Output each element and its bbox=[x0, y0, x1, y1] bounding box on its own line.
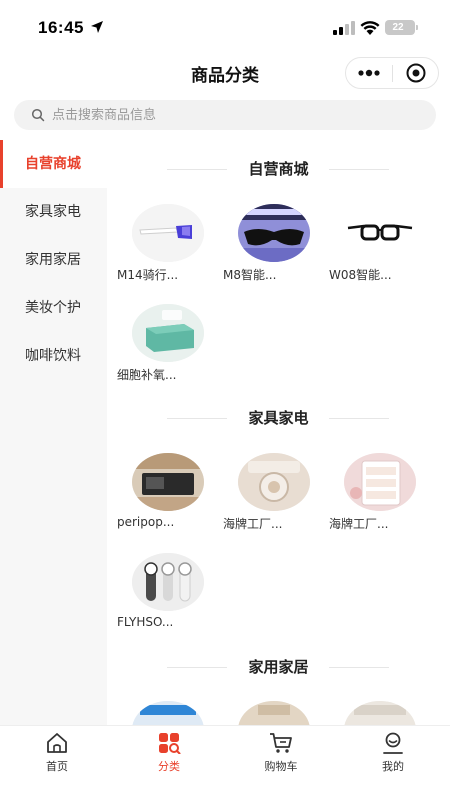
product-image bbox=[132, 453, 204, 511]
product-item[interactable]: FLYHSO... bbox=[117, 553, 207, 663]
product-image bbox=[132, 304, 204, 362]
product-image bbox=[238, 204, 310, 262]
product-image bbox=[344, 204, 416, 262]
section-title-label: 家具家电 bbox=[248, 409, 309, 427]
home-icon bbox=[47, 733, 67, 753]
search-icon bbox=[31, 108, 45, 122]
product-item[interactable] bbox=[223, 701, 313, 725]
category-sidebar: 自营商城 家具家电 家用家居 美妆个护 咖啡饮料 bbox=[0, 140, 107, 725]
status-time: 16:45 bbox=[38, 18, 84, 37]
tab-profile[interactable]: 我的 bbox=[358, 732, 428, 782]
search-bar[interactable] bbox=[14, 100, 436, 130]
section-title: 家具家电 bbox=[107, 407, 450, 431]
section-title-label: 家用家居 bbox=[248, 658, 309, 676]
wifi-icon bbox=[360, 21, 380, 35]
tab-category[interactable]: 分类 bbox=[134, 732, 204, 782]
tab-cart[interactable]: 购物车 bbox=[246, 732, 316, 782]
section-title: 家用家居 bbox=[107, 656, 450, 680]
product-image bbox=[344, 453, 416, 511]
battery-icon: 22 bbox=[385, 20, 418, 35]
product-item[interactable]: peripop... bbox=[117, 453, 207, 563]
product-name: W08智能... bbox=[329, 268, 392, 282]
product-item[interactable]: W08智能... bbox=[329, 204, 419, 314]
tab-home[interactable]: 首页 bbox=[22, 732, 92, 782]
product-name: 海牌工厂... bbox=[329, 517, 389, 531]
product-item[interactable]: 海牌工厂... bbox=[223, 453, 313, 563]
product-name: M8智能... bbox=[223, 268, 277, 282]
product-image bbox=[344, 701, 416, 725]
product-image bbox=[132, 701, 204, 725]
category-icon bbox=[159, 733, 181, 754]
profile-icon bbox=[383, 732, 403, 754]
tab-label: 购物车 bbox=[264, 760, 298, 773]
product-item[interactable] bbox=[117, 701, 207, 725]
battery-level: 22 bbox=[392, 22, 404, 33]
product-image bbox=[132, 204, 204, 262]
mini-program-capsule bbox=[345, 57, 439, 89]
sidebar-item-coffee-drinks[interactable]: 咖啡饮料 bbox=[0, 332, 107, 380]
product-item[interactable]: 海牌工厂... bbox=[329, 453, 419, 563]
product-name: FLYHSO... bbox=[117, 615, 174, 629]
product-name: M14骑行... bbox=[117, 268, 179, 282]
tab-label: 首页 bbox=[46, 760, 68, 773]
sidebar-item-self-operated-mall[interactable]: 自营商城 bbox=[0, 140, 107, 188]
product-image bbox=[238, 453, 310, 511]
section-title-label: 自营商城 bbox=[248, 160, 309, 178]
status-bar: 16:45 22 bbox=[0, 0, 450, 52]
product-item[interactable]: M14骑行... bbox=[117, 204, 207, 314]
product-item[interactable]: 细胞补氧... bbox=[117, 304, 207, 414]
sidebar-item-furniture-appliances[interactable]: 家具家电 bbox=[0, 188, 107, 236]
sidebar-item-beauty-personal-care[interactable]: 美妆个护 bbox=[0, 284, 107, 332]
product-item[interactable]: M8智能... bbox=[223, 204, 313, 314]
product-name: 细胞补氧... bbox=[117, 368, 177, 382]
header: 商品分类 bbox=[0, 52, 450, 92]
bottom-tab-bar: 首页 分类 购物车 我的 bbox=[0, 725, 450, 800]
tab-label: 我的 bbox=[382, 760, 404, 773]
product-image bbox=[238, 701, 310, 725]
section-title: 自营商城 bbox=[107, 158, 450, 182]
product-name: 海牌工厂... bbox=[223, 517, 283, 531]
cart-icon bbox=[270, 733, 292, 753]
product-name: peripop... bbox=[117, 515, 175, 529]
cellular-signal-icon bbox=[333, 21, 355, 35]
product-list[interactable]: 自营商城 M14骑行... M8智能... W08智能... 细胞补氧... 家… bbox=[107, 140, 450, 725]
tab-label: 分类 bbox=[158, 760, 180, 773]
location-arrow-icon bbox=[91, 21, 103, 33]
more-icon[interactable] bbox=[346, 58, 392, 88]
product-item[interactable] bbox=[329, 701, 419, 725]
sidebar-item-household-goods[interactable]: 家用家居 bbox=[0, 236, 107, 284]
product-image bbox=[132, 553, 204, 611]
search-input[interactable] bbox=[52, 100, 422, 130]
close-target-icon[interactable] bbox=[393, 58, 439, 88]
